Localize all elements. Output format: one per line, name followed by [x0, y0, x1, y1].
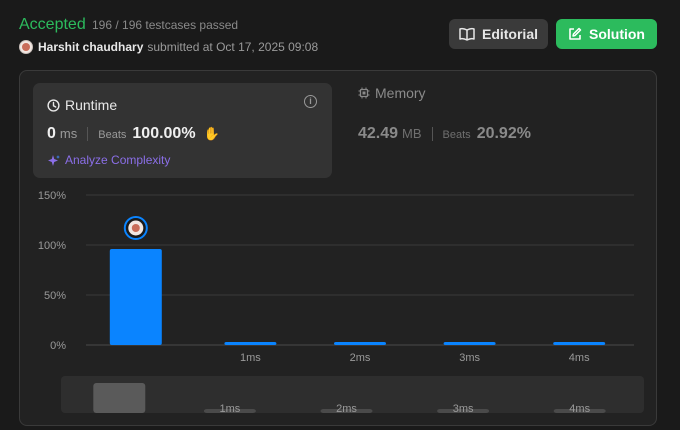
- avatar-marker-detail: [131, 224, 140, 232]
- y-tick-label: 0%: [50, 340, 66, 352]
- navigator-label: 3ms: [453, 403, 474, 415]
- x-tick-label: 3ms: [459, 352, 480, 364]
- y-tick-label: 100%: [38, 240, 66, 252]
- chart-bar[interactable]: [334, 342, 386, 345]
- y-tick-label: 50%: [44, 290, 66, 302]
- x-tick-label: 1ms: [240, 352, 261, 364]
- navigator-label: 1ms: [220, 403, 241, 415]
- chart-bar[interactable]: [553, 342, 606, 345]
- y-tick-label: 150%: [38, 190, 66, 202]
- navigator-bar: [93, 383, 146, 413]
- runtime-distribution-chart: 0% 50% 100% 150% 1ms 2ms 3ms 4ms 1ms 2ms 3ms 4ms: [38, 190, 644, 415]
- navigator-label: 4ms: [569, 403, 590, 415]
- chart-bar[interactable]: [109, 249, 162, 345]
- x-tick-label: 2ms: [350, 352, 371, 364]
- chart-bar[interactable]: [443, 342, 496, 345]
- chart-bar[interactable]: [224, 342, 277, 345]
- navigator-label: 2ms: [336, 403, 357, 415]
- x-tick-label: 4ms: [569, 352, 590, 364]
